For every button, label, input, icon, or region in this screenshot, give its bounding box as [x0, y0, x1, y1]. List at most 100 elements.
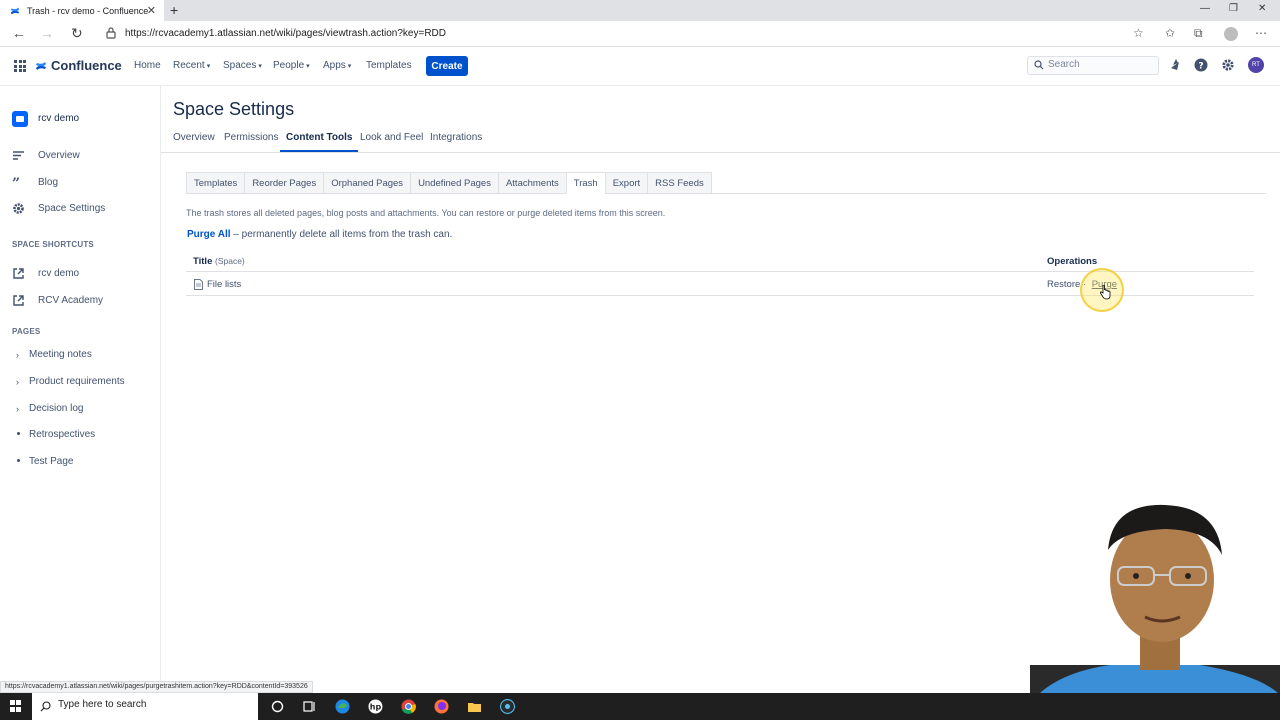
- space-name[interactable]: rcv demo: [38, 113, 79, 124]
- tab-reorder-pages[interactable]: Reorder Pages: [244, 172, 324, 194]
- star-icon[interactable]: ☆: [1133, 26, 1144, 40]
- url-field[interactable]: https://rcvacademy1.atlassian.net/wiki/p…: [125, 28, 446, 39]
- sidebar-item-label: Space Settings: [38, 203, 106, 214]
- search-input[interactable]: [1048, 59, 1148, 70]
- sidebar-item-space-settings[interactable]: Space Settings: [12, 202, 105, 215]
- app-switcher-icon[interactable]: [14, 60, 26, 72]
- cortana-icon[interactable]: [270, 699, 285, 714]
- settings-gear-icon[interactable]: [1221, 58, 1235, 72]
- nav-spaces-label: Spaces: [223, 60, 257, 71]
- profile-icon[interactable]: [1224, 27, 1238, 41]
- browser-tab[interactable]: Trash - rcv demo - Confluence ✕: [0, 0, 164, 21]
- tab-undefined-pages[interactable]: Undefined Pages: [410, 172, 498, 194]
- new-tab-button[interactable]: +: [170, 2, 178, 18]
- restore-link[interactable]: Restore: [1047, 279, 1080, 290]
- user-avatar[interactable]: RT: [1248, 57, 1264, 73]
- space-icon[interactable]: [12, 111, 28, 127]
- page-label: Decision log: [29, 403, 84, 414]
- chevron-right-icon[interactable]: ›: [16, 350, 29, 360]
- tab-look-and-feel[interactable]: Look and Feel: [360, 132, 423, 150]
- column-title-label: Title: [193, 256, 213, 267]
- tab-permissions[interactable]: Permissions: [224, 132, 278, 150]
- purge-all-link[interactable]: Purge All: [187, 229, 231, 240]
- favorites-icon[interactable]: ✩: [1165, 26, 1175, 40]
- nav-people-label: People: [273, 60, 305, 71]
- help-icon[interactable]: ?: [1194, 58, 1208, 72]
- reload-icon[interactable]: ↻: [71, 25, 83, 42]
- shortcut-item[interactable]: rcv demo: [12, 267, 79, 280]
- webcam-presenter-image: [1000, 495, 1280, 720]
- confluence-logo[interactable]: Confluence: [35, 58, 122, 73]
- quote-icon: ”: [12, 176, 20, 189]
- shortcut-item[interactable]: RCV Academy: [12, 294, 103, 307]
- notifications-icon[interactable]: [1168, 58, 1182, 72]
- nav-recent[interactable]: Recent ▾: [173, 60, 210, 71]
- back-arrow-icon[interactable]: ←: [12, 25, 26, 41]
- nav-apps[interactable]: Apps ▾: [323, 60, 351, 71]
- shortcut-label: rcv demo: [38, 268, 80, 279]
- search-box[interactable]: [1027, 56, 1159, 75]
- sidebar-item-label: Overview: [38, 150, 80, 161]
- nav-people[interactable]: People ▾: [273, 60, 310, 71]
- browser-tab-title: Trash - rcv demo - Confluence: [27, 5, 149, 16]
- sidebar-item-overview[interactable]: Overview: [12, 149, 80, 162]
- hp-icon[interactable]: hp: [368, 699, 383, 714]
- create-button[interactable]: Create: [426, 56, 468, 76]
- taskbar-search[interactable]: [32, 693, 258, 720]
- gear-icon: [13, 203, 24, 214]
- chevron-right-icon[interactable]: ›: [16, 404, 29, 414]
- svg-text:hp: hp: [370, 703, 382, 712]
- chrome-icon[interactable]: [401, 699, 416, 714]
- file-explorer-icon[interactable]: [467, 699, 482, 714]
- tab-templates[interactable]: Templates: [186, 172, 245, 194]
- tab-content-tools[interactable]: Content Tools: [280, 132, 359, 152]
- column-title: Title (Space): [193, 256, 245, 267]
- tab-attachments[interactable]: Attachments: [497, 172, 566, 194]
- task-view-icon[interactable]: [302, 699, 317, 714]
- tab-overview[interactable]: Overview: [173, 132, 215, 150]
- restore-window-icon[interactable]: ❐: [1229, 3, 1238, 14]
- close-tab-icon[interactable]: ✕: [147, 4, 156, 17]
- shortcut-label: RCV Academy: [38, 295, 104, 306]
- chevron-right-icon[interactable]: ›: [16, 377, 29, 387]
- space-shortcuts-heading: SPACE SHORTCUTS: [12, 240, 94, 249]
- nav-home[interactable]: Home: [134, 60, 161, 71]
- settings-tabs: Overview Permissions Content Tools Look …: [161, 126, 1280, 153]
- firefox-icon[interactable]: [434, 699, 449, 714]
- content-tools-tabs: Templates Reorder Pages Orphaned Pages U…: [186, 172, 1266, 194]
- sidebar-item-blog[interactable]: ” Blog: [12, 176, 58, 189]
- purge-all-text: – permanently delete all items from the …: [230, 229, 453, 240]
- page-tree-item[interactable]: › Product requirements: [16, 376, 125, 387]
- edge-browser-icon[interactable]: [335, 699, 350, 714]
- collections-icon[interactable]: ⧉: [1194, 26, 1203, 41]
- tab-rss-feeds[interactable]: RSS Feeds: [647, 172, 712, 194]
- external-link-icon: [13, 295, 24, 306]
- hand-cursor-icon: [1099, 285, 1111, 300]
- tab-export[interactable]: Export: [604, 172, 648, 194]
- nav-templates[interactable]: Templates: [366, 60, 412, 71]
- page-tree-item[interactable]: Test Page: [16, 456, 73, 467]
- page-tree-item[interactable]: Retrospectives: [16, 429, 95, 440]
- external-link-icon: [13, 268, 24, 279]
- tab-trash[interactable]: Trash: [565, 172, 605, 194]
- tab-orphaned-pages[interactable]: Orphaned Pages: [323, 172, 411, 194]
- more-icon[interactable]: ⋯: [1255, 26, 1267, 40]
- lock-icon: [106, 27, 116, 39]
- nav-spaces[interactable]: Spaces ▾: [223, 60, 262, 71]
- forward-arrow-icon[interactable]: →: [40, 25, 54, 41]
- nav-apps-label: Apps: [323, 60, 346, 71]
- page-tree-item[interactable]: › Decision log: [16, 403, 83, 414]
- taskbar-search-input[interactable]: [58, 699, 248, 710]
- recorder-app-icon[interactable]: [500, 699, 515, 714]
- tab-integrations[interactable]: Integrations: [430, 132, 482, 150]
- page-tree-item[interactable]: › Meeting notes: [16, 349, 92, 360]
- confluence-top-nav: Confluence Home Recent ▾ Spaces ▾ People ▾ …: [0, 48, 1280, 86]
- windows-start-icon[interactable]: [10, 700, 22, 712]
- minimize-icon[interactable]: —: [1200, 3, 1210, 14]
- close-window-icon[interactable]: ✕: [1258, 3, 1266, 14]
- chevron-down-icon: ▾: [347, 63, 352, 70]
- nav-home-label: Home: [134, 60, 161, 71]
- bullet-icon: [16, 456, 29, 467]
- search-icon: [1034, 60, 1044, 70]
- chevron-down-icon: ▾: [306, 63, 310, 70]
